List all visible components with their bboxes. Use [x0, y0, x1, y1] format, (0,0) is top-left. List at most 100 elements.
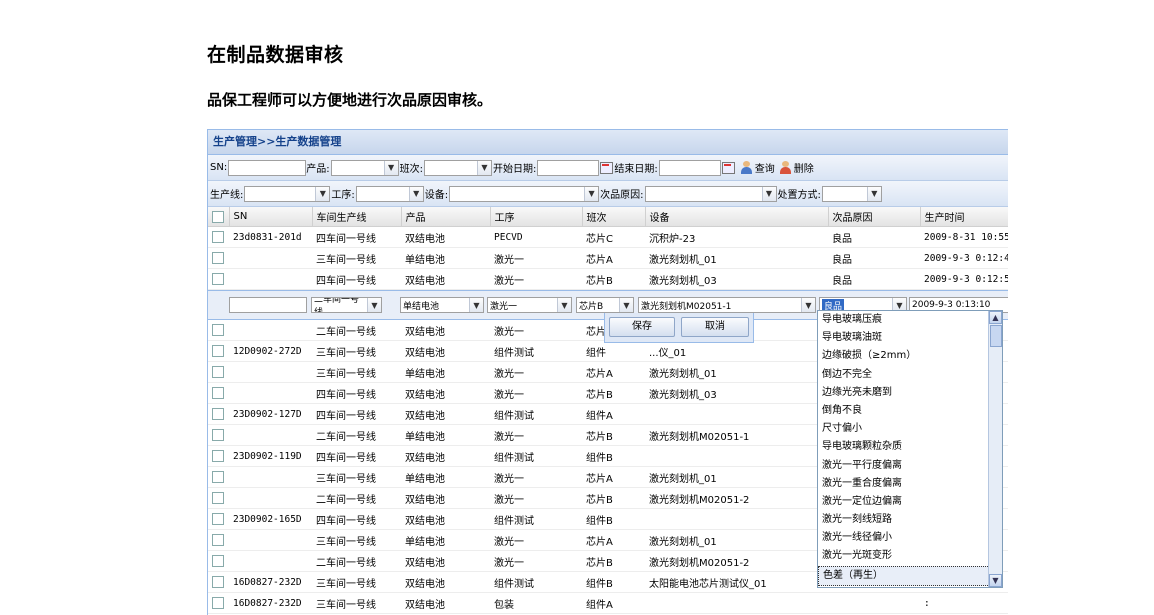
- edit-product-select[interactable]: 单结电池▼: [400, 297, 484, 313]
- dropdown-scrollbar[interactable]: ▲ ▼: [988, 311, 1002, 587]
- cancel-button[interactable]: 取消: [681, 317, 749, 337]
- row-checkbox-cell[interactable]: [208, 404, 229, 425]
- row-checkbox[interactable]: [212, 252, 224, 264]
- column-header[interactable]: 生产时间: [920, 207, 1008, 227]
- dropdown-option[interactable]: 倒边不完全: [818, 366, 1002, 384]
- row-checkbox-cell[interactable]: [208, 341, 229, 362]
- sn-input[interactable]: [228, 160, 306, 176]
- select-all-checkbox[interactable]: [212, 211, 224, 223]
- edit-line-select[interactable]: 二车间一号线▼: [311, 297, 382, 313]
- row-checkbox-cell[interactable]: [208, 509, 229, 530]
- column-header[interactable]: 设备: [645, 207, 828, 227]
- row-checkbox-cell[interactable]: [208, 269, 229, 290]
- delete-button[interactable]: 删除: [779, 160, 814, 175]
- edit-process-select[interactable]: 激光一▼: [487, 297, 572, 313]
- row-checkbox-cell[interactable]: [208, 467, 229, 488]
- row-checkbox[interactable]: [212, 324, 224, 336]
- edit-shift-select[interactable]: 芯片B▼: [576, 297, 634, 313]
- reason-select[interactable]: ▼: [645, 186, 777, 202]
- query-button[interactable]: 查询: [740, 160, 775, 175]
- chevron-down-icon[interactable]: ▼: [801, 298, 815, 312]
- row-checkbox[interactable]: [212, 345, 224, 357]
- column-header[interactable]: 工序: [490, 207, 582, 227]
- table-row[interactable]: 三车间一号线单结电池激光一芯片A激光刻划机_01良品2009-9-3 0:12:…: [208, 248, 1008, 269]
- row-checkbox-cell[interactable]: [208, 446, 229, 467]
- select-all-cell[interactable]: [208, 207, 229, 227]
- row-checkbox[interactable]: [212, 408, 224, 420]
- row-checkbox[interactable]: [212, 513, 224, 525]
- dropdown-option[interactable]: 边缘破损（≥2mm）: [818, 347, 1002, 365]
- row-checkbox[interactable]: [212, 576, 224, 588]
- table-row[interactable]: 四车间一号线双结电池激光一芯片B激光刻划机_03良品2009-9-3 0:12:…: [208, 269, 1008, 290]
- product-select[interactable]: ▼: [331, 160, 399, 176]
- dropdown-option[interactable]: 激光一重合度偏离: [818, 475, 1002, 493]
- dropdown-option[interactable]: 边缘光亮未磨到: [818, 384, 1002, 402]
- scroll-up-icon[interactable]: ▲: [989, 311, 1002, 324]
- row-checkbox[interactable]: [212, 597, 224, 609]
- dropdown-option[interactable]: 激光一线径偏小: [818, 529, 1002, 547]
- row-checkbox[interactable]: [212, 273, 224, 285]
- shift-select[interactable]: ▼: [424, 160, 492, 176]
- column-header[interactable]: 车间生产线: [312, 207, 401, 227]
- table-row[interactable]: 16D0827-232D三车间一号线双结电池包装组件A:: [208, 593, 1008, 614]
- chevron-down-icon[interactable]: ▼: [469, 298, 483, 312]
- row-checkbox-cell[interactable]: [208, 593, 229, 614]
- chevron-down-icon[interactable]: ▼: [867, 187, 881, 201]
- dropdown-option[interactable]: 色差（再生）: [818, 566, 1002, 586]
- table-row[interactable]: 23d0831-201d四车间一号线双结电池PECVD芯片C沉积炉-23良品20…: [208, 227, 1008, 248]
- chevron-down-icon[interactable]: ▼: [584, 187, 598, 201]
- column-header[interactable]: 次品原因: [828, 207, 920, 227]
- chevron-down-icon[interactable]: ▼: [762, 187, 776, 201]
- chevron-down-icon[interactable]: ▼: [367, 298, 381, 312]
- row-checkbox-cell[interactable]: [208, 248, 229, 269]
- process-select[interactable]: ▼: [356, 186, 424, 202]
- row-checkbox[interactable]: [212, 429, 224, 441]
- dropdown-option[interactable]: 导电玻璃油斑: [818, 329, 1002, 347]
- chevron-down-icon[interactable]: ▼: [384, 161, 398, 175]
- row-checkbox-cell[interactable]: [208, 530, 229, 551]
- row-checkbox-cell[interactable]: [208, 572, 229, 593]
- edit-sn-input[interactable]: [229, 297, 307, 313]
- dropdown-option[interactable]: 激光一刻线短路: [818, 511, 1002, 529]
- dropdown-option[interactable]: 激光一定位边偏离: [818, 493, 1002, 511]
- row-checkbox[interactable]: [212, 231, 224, 243]
- edit-equipment-select[interactable]: 激光刻划机M02051-1▼: [638, 297, 816, 313]
- row-checkbox-cell[interactable]: [208, 320, 229, 341]
- row-checkbox[interactable]: [212, 534, 224, 546]
- column-header[interactable]: SN: [229, 207, 312, 227]
- row-checkbox[interactable]: [212, 366, 224, 378]
- start-date-input[interactable]: [537, 160, 599, 176]
- dropdown-option[interactable]: 激光一光斑变形: [818, 547, 1002, 565]
- scroll-thumb[interactable]: [990, 325, 1002, 347]
- row-checkbox[interactable]: [212, 450, 224, 462]
- calendar-icon[interactable]: [600, 162, 613, 174]
- calendar-icon[interactable]: [722, 162, 735, 174]
- chevron-down-icon[interactable]: ▼: [557, 298, 571, 312]
- dropdown-option[interactable]: 倒角不良: [818, 402, 1002, 420]
- line-select[interactable]: ▼: [244, 186, 330, 202]
- dropdown-option[interactable]: 激光一平行度偏离: [818, 457, 1002, 475]
- dropdown-option[interactable]: 导电玻璃压痕: [818, 311, 1002, 329]
- row-checkbox-cell[interactable]: [208, 488, 229, 509]
- row-checkbox-cell[interactable]: [208, 362, 229, 383]
- chevron-down-icon[interactable]: ▼: [315, 187, 329, 201]
- column-header[interactable]: 班次: [582, 207, 645, 227]
- row-checkbox[interactable]: [212, 387, 224, 399]
- row-checkbox-cell[interactable]: [208, 551, 229, 572]
- row-checkbox-cell[interactable]: [208, 227, 229, 248]
- dropdown-option[interactable]: 尺寸偏小: [818, 420, 1002, 438]
- row-checkbox[interactable]: [212, 555, 224, 567]
- row-checkbox[interactable]: [212, 471, 224, 483]
- dropdown-option[interactable]: 导电玻璃颗粒杂质: [818, 438, 1002, 456]
- end-date-input[interactable]: [659, 160, 721, 176]
- row-checkbox-cell[interactable]: [208, 425, 229, 446]
- save-button[interactable]: 保存: [609, 317, 675, 337]
- row-checkbox-cell[interactable]: [208, 383, 229, 404]
- row-checkbox[interactable]: [212, 492, 224, 504]
- chevron-down-icon[interactable]: ▼: [619, 298, 633, 312]
- column-header[interactable]: 产品: [401, 207, 490, 227]
- method-select[interactable]: ▼: [822, 186, 882, 202]
- chevron-down-icon[interactable]: ▼: [477, 161, 491, 175]
- chevron-down-icon[interactable]: ▼: [409, 187, 423, 201]
- scroll-down-icon[interactable]: ▼: [989, 574, 1002, 587]
